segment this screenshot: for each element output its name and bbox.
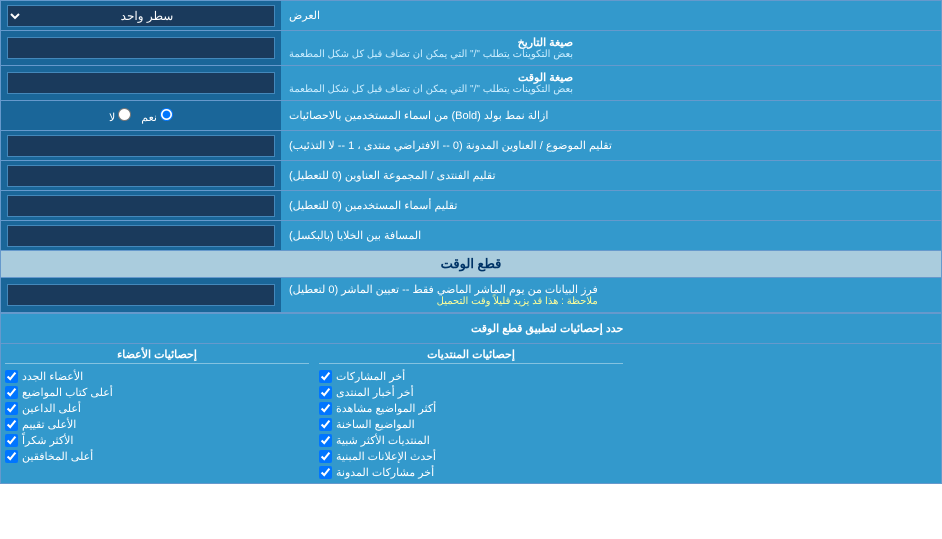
forum-ordering-input[interactable]: 33 [7,165,275,187]
cb-top-rated-input[interactable] [5,418,18,431]
cb-top-inviters: أعلى الداعين [5,402,309,415]
cb-top-gifted: أعلى المخافقين [5,450,309,463]
cutoff-label: فرز البيانات من يوم الماشر الماضي فقط --… [281,278,941,312]
subject-ordering-row: تقليم الموضوع / العناوين المدونة (0 -- ا… [1,131,941,161]
cb-most-viewed-input[interactable] [319,402,332,415]
cb-new-members-input[interactable] [5,370,18,383]
username-ordering-input[interactable]: 0 [7,195,275,217]
cb-most-thanks: الأكثر شكراً [5,434,309,447]
subject-ordering-input-cell: 33 [1,131,281,160]
bold-remove-no-radio[interactable] [118,108,131,121]
stats-apply-row: حدد إحصائيات لتطبيق قطع الوقت [1,314,941,344]
cb-last-blog: أخر مشاركات المدونة [319,466,623,479]
space-between-label: المسافة بين الخلايا (بالبكسل) [281,221,941,250]
space-between-input-cell: 2 [1,221,281,250]
cb-latest-annc-input[interactable] [319,450,332,463]
cb-last-posts-input[interactable] [319,370,332,383]
cb-most-forums: المنتديات الأكثر شبية [319,434,623,447]
cb-most-viewed: أكثر المواضيع مشاهدة [319,402,623,415]
username-ordering-row: تقليم أسماء المستخدمين (0 للتعطيل) 0 [1,191,941,221]
time-format-input-cell: H:i [1,66,281,100]
cutoff-input[interactable]: 0 [7,284,275,306]
forum-stats-header: إحصائيات المنتديات [319,348,623,364]
bold-remove-no-label: لا [109,108,131,124]
display-mode-label: العرض [281,1,941,30]
forum-ordering-input-cell: 33 [1,161,281,190]
bold-remove-yes-radio[interactable] [160,108,173,121]
forum-ordering-label: تقليم الفنتدى / المجموعة العناوين (0 للت… [281,161,941,190]
display-mode-input-cell: سطر واحد عدة أسطر [1,1,281,30]
cb-hot-topics-input[interactable] [319,418,332,431]
time-format-label: صيغة الوقت بعض التكوينات يتطلب "/" التي … [281,66,941,100]
cb-top-writers-input[interactable] [5,386,18,399]
col-empty [633,348,937,479]
display-mode-select[interactable]: سطر واحد عدة أسطر [7,5,275,27]
settings-table: العرض سطر واحد عدة أسطر صيغة التاريخ بعض… [0,0,942,484]
cb-new-members: الأعضاء الجدد [5,370,309,383]
date-format-input[interactable]: d-m [7,37,275,59]
date-format-label: صيغة التاريخ بعض التكوينات يتطلب "/" الت… [281,31,941,65]
cb-top-writers: أعلى كتاب المواضيع [5,386,309,399]
space-between-row: المسافة بين الخلايا (بالبكسل) 2 [1,221,941,251]
subject-ordering-label: تقليم الموضوع / العناوين المدونة (0 -- ا… [281,131,941,160]
stats-apply-label: حدد إحصائيات لتطبيق قطع الوقت [463,314,941,343]
cb-last-posts: أخر المشاركات [319,370,623,383]
display-mode-row: العرض سطر واحد عدة أسطر [1,1,941,31]
bold-remove-input-cell: نعم لا [1,101,281,130]
username-ordering-label: تقليم أسماء المستخدمين (0 للتعطيل) [281,191,941,220]
cb-hot-topics: المواضيع الساخنة [319,418,623,431]
col-forum-stats: إحصائيات المنتديات أخر المشاركات أخر أخب… [319,348,623,479]
cb-latest-annc: أحدث الإعلانات المبنية [319,450,623,463]
cb-most-forums-input[interactable] [319,434,332,447]
bold-remove-row: ازالة نمط بولد (Bold) من اسماء المستخدمي… [1,101,941,131]
username-ordering-input-cell: 0 [1,191,281,220]
cutoff-input-cell: 0 [1,278,281,312]
date-format-input-cell: d-m [1,31,281,65]
checkboxes-section: حدد إحصائيات لتطبيق قطع الوقت إحصائيات ا… [1,313,941,483]
time-format-row: صيغة الوقت بعض التكوينات يتطلب "/" التي … [1,66,941,101]
cb-top-rated: الأعلى تقييم [5,418,309,431]
cb-top-gifted-input[interactable] [5,450,18,463]
cb-top-inviters-input[interactable] [5,402,18,415]
cb-last-news-input[interactable] [319,386,332,399]
cutoff-section-header: قطع الوقت [1,251,941,278]
cb-last-blog-input[interactable] [319,466,332,479]
date-format-row: صيغة التاريخ بعض التكوينات يتطلب "/" الت… [1,31,941,66]
cb-most-thanks-input[interactable] [5,434,18,447]
bold-remove-yes-label: نعم [141,108,173,124]
forum-ordering-row: تقليم الفنتدى / المجموعة العناوين (0 للت… [1,161,941,191]
cutoff-row: فرز البيانات من يوم الماشر الماضي فقط --… [1,278,941,313]
subject-ordering-input[interactable]: 33 [7,135,275,157]
time-format-input[interactable]: H:i [7,72,275,94]
checkboxes-area: إحصائيات المنتديات أخر المشاركات أخر أخب… [1,344,941,483]
bold-remove-label: ازالة نمط بولد (Bold) من اسماء المستخدمي… [281,101,941,130]
member-stats-header: إحصائيات الأعضاء [5,348,309,364]
cb-last-news: أخر أخبار المنتدى [319,386,623,399]
col-member-stats: إحصائيات الأعضاء الأعضاء الجدد أعلى كتاب… [5,348,309,479]
space-between-input[interactable]: 2 [7,225,275,247]
